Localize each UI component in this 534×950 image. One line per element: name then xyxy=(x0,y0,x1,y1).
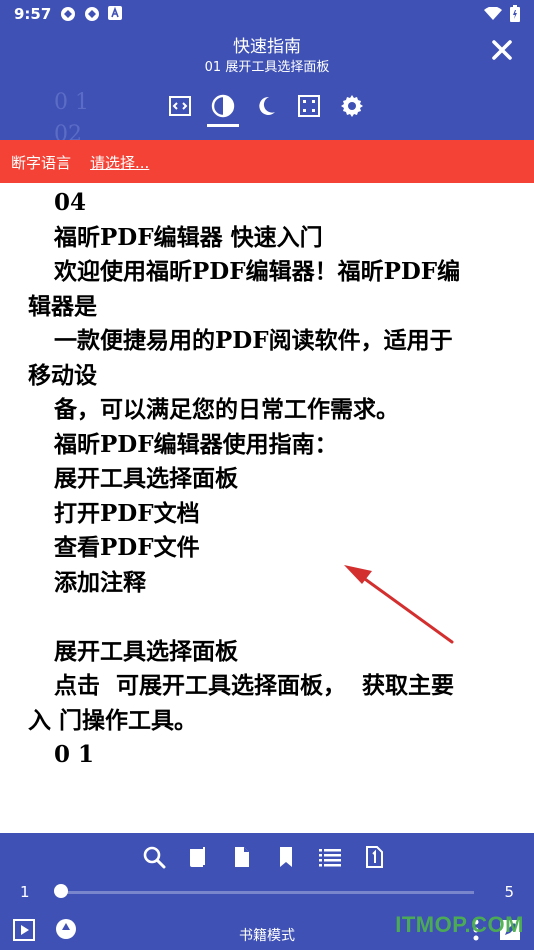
document-text-line: 打开PDF文档 xyxy=(54,499,200,527)
file-icon xyxy=(235,847,249,867)
battery-icon xyxy=(510,5,520,26)
document-text-line: 04 xyxy=(54,189,87,216)
search-button[interactable] xyxy=(142,845,166,869)
bookmark-icon xyxy=(280,847,292,867)
wifi-icon xyxy=(484,5,502,25)
outline-button[interactable] xyxy=(318,845,342,869)
document-button[interactable] xyxy=(230,845,254,869)
crop-margins-icon xyxy=(169,96,191,116)
hyphenation-language-select[interactable]: 请选择... xyxy=(90,152,149,173)
document-text-line: 一款便捷易用的PDF阅读软件，适用于 xyxy=(54,327,453,354)
contrast-button[interactable] xyxy=(207,94,239,127)
night-mode-button[interactable] xyxy=(254,94,278,118)
document-text-line: 0 1 xyxy=(54,741,95,768)
hyphenation-label: 断字语言 xyxy=(11,154,72,172)
document-text-line: 移动设 xyxy=(28,361,97,389)
document-title: 快速指南 xyxy=(233,37,301,57)
crop-margins-button[interactable] xyxy=(168,94,192,118)
status-system-icons xyxy=(484,5,520,26)
ghost-text-line: 0 1 xyxy=(54,90,89,115)
document-text-line: 展开工具选择面板 xyxy=(54,637,238,665)
document-text-line: 添加注释 xyxy=(54,568,146,596)
status-time: 9:57 xyxy=(14,5,52,23)
close-icon xyxy=(492,40,512,60)
close-button[interactable] xyxy=(490,38,514,62)
document-text-line: 辑器是 xyxy=(28,292,97,320)
page-slider-thumb[interactable] xyxy=(54,884,68,898)
bookmark-button[interactable] xyxy=(274,845,298,869)
bottom-tools xyxy=(142,845,386,869)
page-end-label: 5 xyxy=(504,883,514,901)
document-text-line: 欢迎使用福昕PDF编辑器！福昕PDF编 xyxy=(54,258,461,285)
hyphenation-language-bar: 断字语言 请选择... xyxy=(0,140,534,183)
fit-page-icon xyxy=(298,95,320,117)
document-subtitle: 01 展开工具选择面板 xyxy=(204,60,330,75)
page-number-icon xyxy=(366,846,383,868)
status-bar: 9:57 xyxy=(0,0,534,28)
app-notification-icon xyxy=(84,6,100,22)
page-slider-track[interactable] xyxy=(60,891,474,894)
list-icon xyxy=(319,849,341,867)
app-notification-icon xyxy=(60,6,76,22)
document-text-line: 展开工具选择面板 xyxy=(54,465,238,492)
site-watermark: ITMOP.COM xyxy=(395,912,524,937)
document-text-line: 福昕PDF编辑器 快速入门 xyxy=(54,223,323,251)
view-tools xyxy=(168,94,364,127)
ghost-text-line: 02 xyxy=(54,122,82,140)
document-text: 04 福昕PDF编辑器 快速入门欢迎使用福昕PDF编辑器！福昕PDF编辑器是一款便… xyxy=(28,186,508,773)
search-icon xyxy=(143,846,166,869)
autofit-button[interactable] xyxy=(297,94,321,118)
document-text-line xyxy=(28,600,508,635)
document-text-line: 备，可以满足您的日常工作需求。 xyxy=(54,396,399,423)
gear-icon xyxy=(341,95,363,117)
goto-page-button[interactable] xyxy=(362,845,386,869)
reader-top-bar: 0 1 02 快速指南 01 展开工具选择面板 xyxy=(0,28,534,140)
font-notification-icon xyxy=(108,6,124,22)
document-text-line: 查看PDF文件 xyxy=(54,534,200,561)
page-start-label: 1 xyxy=(20,883,30,901)
book-icon xyxy=(190,847,205,867)
document-text-line: 福昕PDF编辑器使用指南： xyxy=(54,430,338,458)
document-text-line: 点击 可展开工具选择面板， 获取主要 xyxy=(54,672,455,699)
pages-button[interactable] xyxy=(186,845,210,869)
document-text-line: 入 门操作工具。 xyxy=(28,706,198,734)
moon-icon xyxy=(259,96,275,115)
status-notification-icons xyxy=(60,6,124,22)
settings-button[interactable] xyxy=(340,94,364,118)
contrast-icon xyxy=(211,94,235,118)
